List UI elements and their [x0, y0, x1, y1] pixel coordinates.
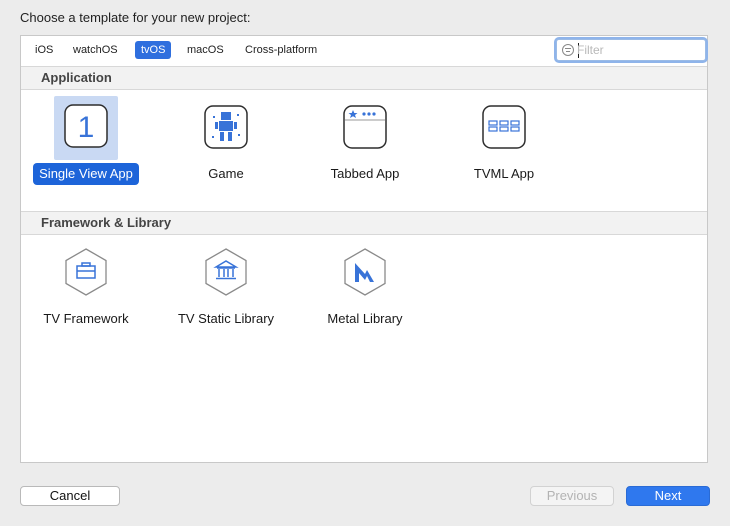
template-label: Single View App: [33, 163, 139, 185]
template-label: TV Static Library: [177, 311, 275, 326]
template-label: TVML App: [473, 166, 535, 181]
filter-input[interactable]: [577, 41, 699, 59]
single-view-app-icon: 1: [64, 104, 108, 148]
tab-macos[interactable]: macOS: [181, 41, 230, 59]
svg-text:1: 1: [78, 111, 95, 144]
tab-tvos[interactable]: tvOS: [135, 41, 172, 59]
platform-bar: iOS watchOS tvOS macOS Cross-platform: [21, 36, 707, 66]
page-title: Choose a template for your new project:: [20, 10, 251, 25]
tabbed-app-icon: [343, 105, 387, 149]
template-tabbed-app[interactable]: Tabbed App: [310, 96, 420, 181]
template-metal-library[interactable]: Metal Library: [310, 241, 420, 326]
static-library-icon: [205, 248, 247, 296]
template-single-view-app[interactable]: 1 Single View App: [31, 96, 141, 185]
tab-watchos[interactable]: watchOS: [67, 41, 124, 59]
filter-field[interactable]: [556, 39, 706, 61]
template-tv-static-library[interactable]: TV Static Library: [171, 241, 281, 326]
tab-cross-platform[interactable]: Cross-platform: [239, 41, 323, 59]
template-chooser: iOS watchOS tvOS macOS Cross-platform Ap…: [20, 35, 708, 463]
template-game[interactable]: Game: [171, 96, 281, 181]
tvml-app-icon: [482, 105, 526, 149]
next-button[interactable]: Next: [626, 486, 710, 506]
tab-ios[interactable]: iOS: [29, 41, 59, 59]
filter-icon: [562, 44, 574, 56]
previous-button[interactable]: Previous: [530, 486, 614, 506]
template-tv-framework[interactable]: TV Framework: [31, 241, 141, 326]
template-label: Tabbed App: [330, 166, 400, 181]
game-icon: [204, 105, 248, 149]
template-tvml-app[interactable]: TVML App: [449, 96, 559, 181]
section-header-framework-library: Framework & Library: [21, 211, 707, 235]
template-label: Game: [208, 166, 244, 181]
template-label: Metal Library: [327, 311, 403, 326]
cancel-button[interactable]: Cancel: [20, 486, 120, 506]
framework-icon: [65, 248, 107, 296]
section-header-application: Application: [21, 66, 707, 90]
template-label: TV Framework: [43, 311, 129, 326]
metal-library-icon: [344, 248, 386, 296]
